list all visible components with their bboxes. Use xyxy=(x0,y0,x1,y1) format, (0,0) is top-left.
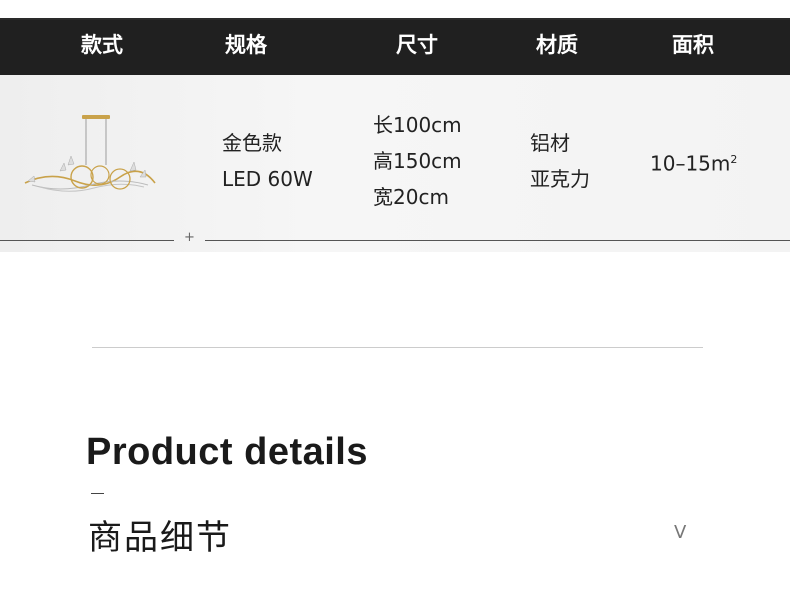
spec-power: LED 60W xyxy=(222,167,313,191)
area-superscript: 2 xyxy=(730,153,738,166)
header-spec: 规格 xyxy=(225,33,267,57)
material-aluminum: 铝材 xyxy=(530,131,570,155)
chevron-down-icon: V xyxy=(674,522,687,543)
material-cell: 铝材 亚克力 xyxy=(530,125,590,197)
area-value: 10–15m xyxy=(650,151,731,176)
section-divider xyxy=(92,347,703,348)
size-length: 长100cm xyxy=(373,113,462,137)
title-dash xyxy=(91,493,104,494)
header-material: 材质 xyxy=(536,33,578,57)
header-style: 款式 xyxy=(81,33,123,57)
size-height: 高150cm xyxy=(373,149,462,173)
row-divider-left xyxy=(0,240,174,241)
section-title: Product details xyxy=(86,431,368,473)
spec-color: 金色款 xyxy=(222,131,282,155)
header-area: 面积 xyxy=(672,33,714,57)
material-acrylic: 亚克力 xyxy=(530,167,590,191)
header-size: 尺寸 xyxy=(396,33,438,57)
row-divider-right xyxy=(205,240,790,241)
area-cell: 10–15m2 xyxy=(650,142,737,182)
plus-icon: + xyxy=(184,230,195,245)
table-row: 金色款 LED 60W 长100cm 高150cm 宽20cm 铝材 亚克力 1… xyxy=(0,75,790,252)
size-cell: 长100cm 高150cm 宽20cm xyxy=(373,107,462,215)
table-header-row: 款式 规格 尺寸 材质 面积 xyxy=(0,18,790,75)
size-width: 宽20cm xyxy=(373,185,449,209)
spec-table: 款式 规格 尺寸 材质 面积 金色款 LED 60W 长100cm 高150cm… xyxy=(0,18,790,252)
spec-cell: 金色款 LED 60W xyxy=(222,125,313,197)
section-subtitle: 商品细节 xyxy=(88,518,232,558)
pendant-lamp-image xyxy=(24,115,156,192)
